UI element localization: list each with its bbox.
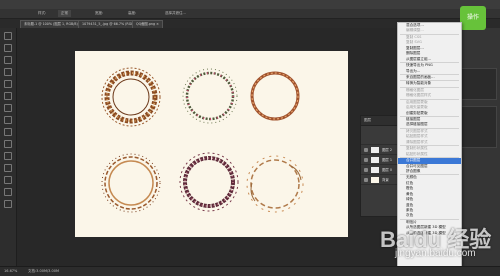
wreaths-artwork xyxy=(101,67,304,213)
layer-thumbnail xyxy=(371,146,379,153)
layer-thumbnail xyxy=(371,176,379,183)
brush-tool-icon[interactable] xyxy=(4,104,12,112)
eye-icon[interactable] xyxy=(364,157,368,162)
eye-icon[interactable] xyxy=(364,177,368,182)
rope-ring-icon xyxy=(250,71,300,121)
select-mask-button[interactable]: 选择并遮住... xyxy=(165,9,186,18)
style-dropdown[interactable]: 正常 xyxy=(58,10,71,17)
eye-icon[interactable] xyxy=(364,147,368,152)
tools-panel xyxy=(0,28,17,273)
app-badge: 操作 xyxy=(460,6,486,30)
marquee-tool-icon[interactable] xyxy=(4,44,12,52)
eye-icon[interactable] xyxy=(364,167,368,172)
eraser-tool-icon[interactable] xyxy=(4,128,12,136)
layer-name: 图层 1 xyxy=(382,158,393,162)
floral-wreath-icon xyxy=(182,68,238,124)
width-label: 宽度: xyxy=(95,11,104,15)
layer-name: 图层 0 xyxy=(382,168,393,172)
move-tool-icon[interactable] xyxy=(4,32,12,40)
watermark-url: jingyan.baidu.com xyxy=(395,248,476,259)
magic-wand-tool-icon[interactable] xyxy=(4,68,12,76)
style-label: 样式: xyxy=(38,11,47,15)
eyedropper-tool-icon[interactable] xyxy=(4,92,12,100)
crop-tool-icon[interactable] xyxy=(4,80,12,88)
layer-thumbnail xyxy=(371,156,379,163)
shape-tool-icon[interactable] xyxy=(4,176,12,184)
zoom-tool-icon[interactable] xyxy=(4,200,12,208)
tab-document-1[interactable]: 未标题-1 @ 100% (图层 1, RGB/8) × xyxy=(20,20,86,28)
hand-tool-icon[interactable] xyxy=(4,188,12,196)
height-label: 高度: xyxy=(128,11,137,15)
layer-thumbnail xyxy=(371,166,379,173)
options-bar: 样式: 正常 宽度: 高度: 选择并遮住... xyxy=(0,9,500,19)
stamp-tool-icon[interactable] xyxy=(4,116,12,124)
scalloped-wreath-icon xyxy=(101,153,161,213)
branch-wreath-icon xyxy=(246,155,304,213)
layer-name: 背景 xyxy=(382,178,389,182)
mandala-wreath-icon xyxy=(101,67,161,127)
gradient-tool-icon[interactable] xyxy=(4,140,12,148)
tab-document-3[interactable]: QQ截图.png × xyxy=(132,20,163,28)
history-panel xyxy=(460,106,497,148)
document-canvas[interactable] xyxy=(75,51,348,237)
title-bar xyxy=(0,0,500,9)
pen-tool-icon[interactable] xyxy=(4,164,12,172)
lasso-tool-icon[interactable] xyxy=(4,56,12,64)
rose-wreath-icon xyxy=(179,152,239,212)
properties-panel xyxy=(460,68,497,100)
layer-name: 图层 2 xyxy=(382,148,393,152)
text-tool-icon[interactable] xyxy=(4,152,12,160)
